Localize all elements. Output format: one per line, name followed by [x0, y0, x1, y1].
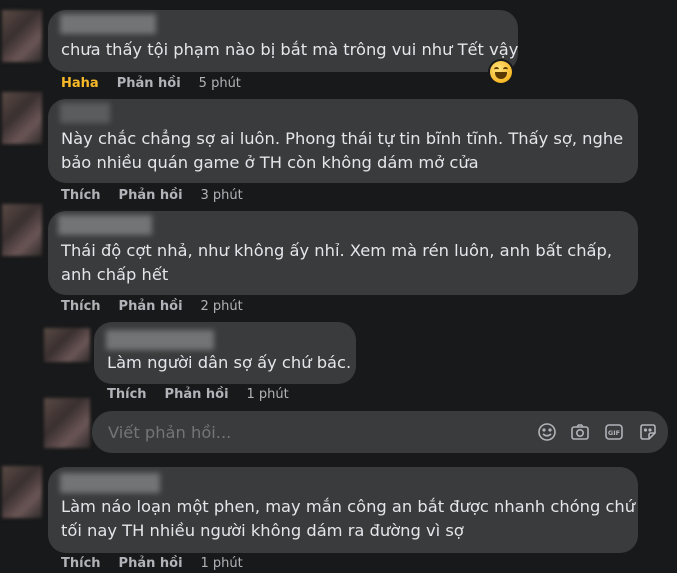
- reply-composer: GIF: [92, 411, 668, 455]
- like-button[interactable]: Thích: [61, 555, 101, 573]
- like-button[interactable]: Thích: [107, 386, 147, 404]
- comment-bubble: Thái độ cợt nhả, như không ấy nhỉ. Xem m…: [48, 211, 638, 295]
- avatar[interactable]: [2, 204, 42, 256]
- avatar[interactable]: [2, 466, 42, 518]
- like-button[interactable]: Thích: [61, 187, 101, 205]
- sticker-icon[interactable]: [637, 421, 659, 443]
- comment-time[interactable]: 3 phút: [201, 187, 243, 205]
- avatar[interactable]: [44, 328, 90, 362]
- commenter-name[interactable]: [60, 473, 160, 493]
- commenter-name[interactable]: [60, 14, 156, 34]
- reply-button[interactable]: Phản hồi: [119, 298, 183, 316]
- haha-reaction-button[interactable]: Haha: [61, 75, 99, 93]
- comment-time[interactable]: 1 phút: [247, 386, 289, 404]
- reply-button[interactable]: Phản hồi: [119, 187, 183, 205]
- haha-emoji-icon[interactable]: [490, 61, 512, 83]
- svg-text:GIF: GIF: [608, 429, 620, 437]
- reply-bubble: Làm người dân sợ ấy chứ bác.: [94, 322, 356, 384]
- reply-input[interactable]: [106, 411, 510, 455]
- comment-bubble: Làm náo loạn một phen, may mắn công an b…: [48, 467, 638, 553]
- comment-text: chưa thấy tội phạm nào bị bắt mà trông v…: [61, 40, 519, 59]
- emoji-icon[interactable]: [536, 421, 558, 443]
- comment-actions: Thích Phản hồi 2 phút: [61, 298, 243, 316]
- comment-time[interactable]: 2 phút: [201, 298, 243, 316]
- comment-text-line: Làm náo loạn một phen, may mắn công an b…: [61, 497, 636, 516]
- like-button[interactable]: Thích: [61, 298, 101, 316]
- comment-text-line: Này chắc chẳng sợ ai luôn. Phong thái tự…: [61, 129, 624, 148]
- reply-button[interactable]: Phản hồi: [165, 386, 229, 404]
- comment-actions: Thích Phản hồi 1 phút: [107, 386, 289, 404]
- comment-text-line: tối nay TH nhiều người không dám ra đườn…: [61, 521, 464, 540]
- camera-icon[interactable]: [569, 421, 591, 443]
- avatar[interactable]: [2, 10, 42, 62]
- reply-button[interactable]: Phản hồi: [119, 555, 183, 573]
- comment-time[interactable]: 1 phút: [201, 555, 243, 573]
- comment-time[interactable]: 5 phút: [199, 75, 241, 93]
- comment-bubble: chưa thấy tội phạm nào bị bắt mà trông v…: [48, 10, 518, 72]
- comment-actions: Thích Phản hồi 1 phút: [61, 555, 243, 573]
- reply-button[interactable]: Phản hồi: [117, 75, 181, 93]
- avatar[interactable]: [2, 92, 42, 144]
- comment-text-line: bảo nhiều quán game ở TH còn không dám m…: [61, 153, 479, 172]
- commenter-name[interactable]: [106, 330, 214, 350]
- comment-actions: Haha Phản hồi 5 phút: [61, 75, 241, 93]
- comment-text-line: anh chấp hết: [61, 265, 169, 284]
- comment-actions: Thích Phản hồi 3 phút: [61, 187, 243, 205]
- comment-text: Làm người dân sợ ấy chứ bác.: [107, 353, 352, 372]
- commenter-name[interactable]: [58, 215, 152, 235]
- comment-bubble: Này chắc chẳng sợ ai luôn. Phong thái tự…: [48, 99, 638, 183]
- avatar: [44, 398, 90, 448]
- gif-icon[interactable]: GIF: [603, 421, 625, 443]
- commenter-name[interactable]: [60, 103, 110, 123]
- comment-text-line: Thái độ cợt nhả, như không ấy nhỉ. Xem m…: [61, 241, 613, 260]
